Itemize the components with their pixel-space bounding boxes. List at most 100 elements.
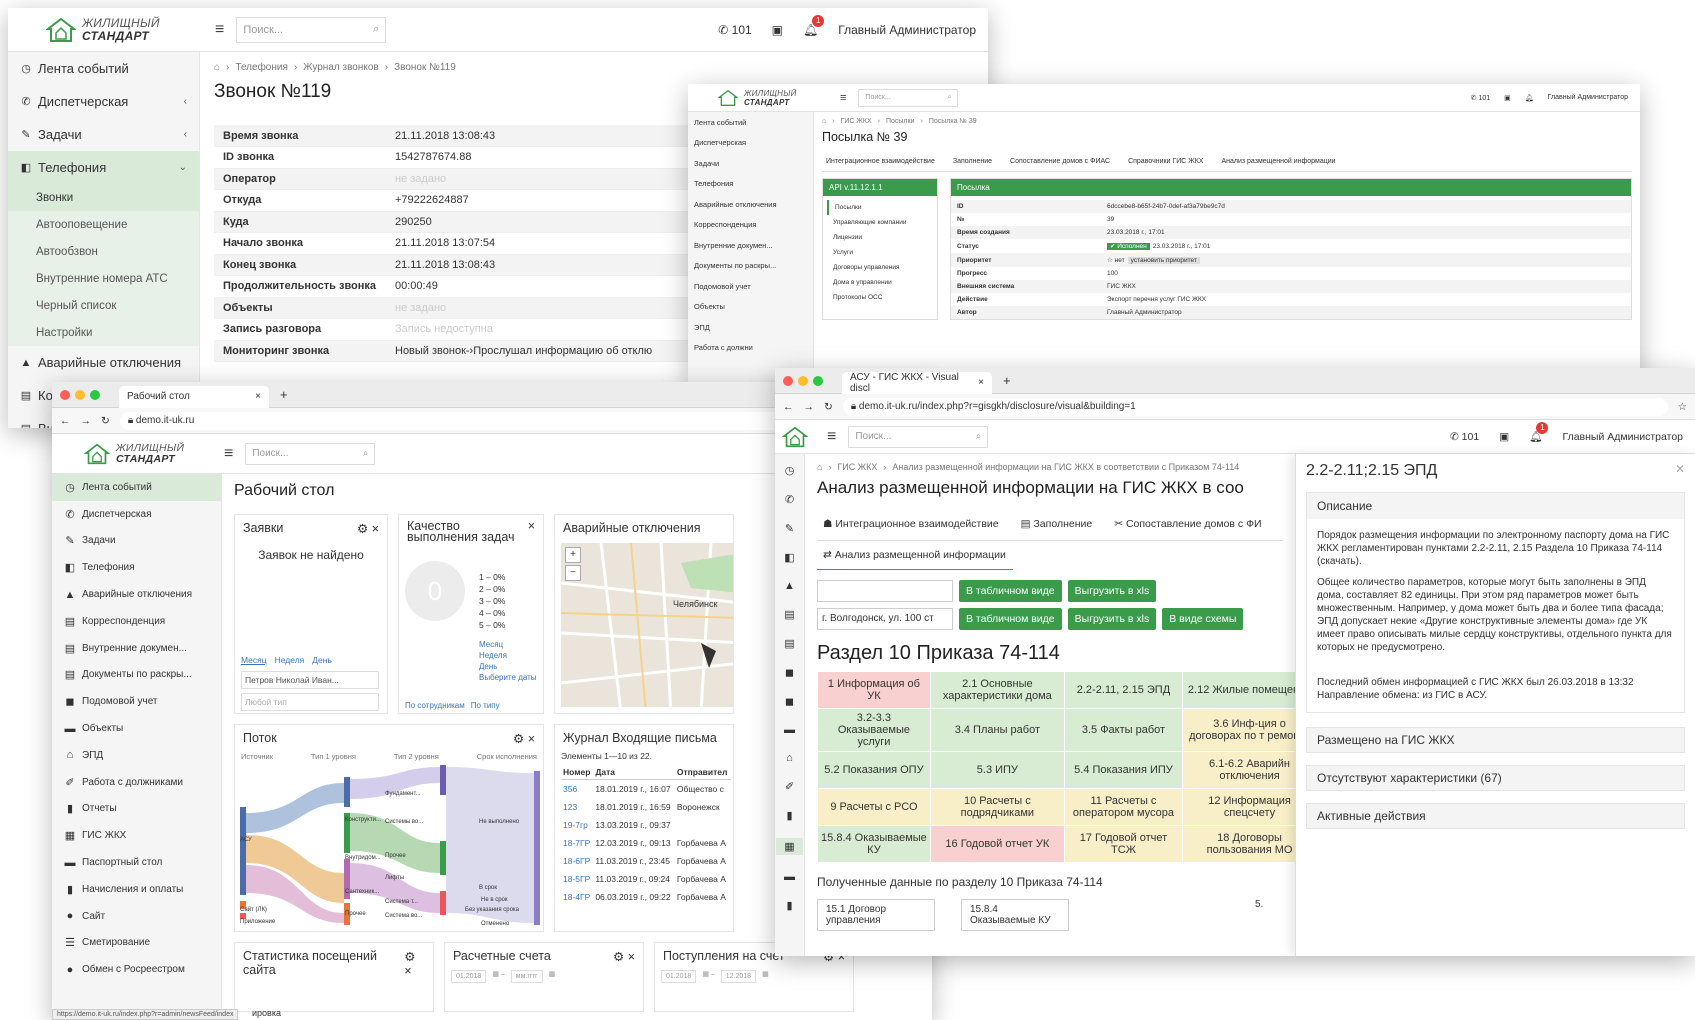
- breadcrumb-item[interactable]: ГИС ЖКХ: [837, 462, 877, 472]
- search-icon[interactable]: ⌕: [363, 448, 369, 459]
- section-cell[interactable]: 5.2 Показания ОПУ: [817, 751, 931, 789]
- clock-icon[interactable]: ◷: [785, 464, 795, 477]
- breadcrumb-item[interactable]: Журнал звонков: [303, 62, 379, 73]
- grid-icon[interactable]: ▦: [776, 838, 803, 855]
- search-icon[interactable]: ⌕: [948, 94, 952, 102]
- outages-map[interactable]: Челябинск + −: [561, 543, 733, 707]
- section-cell[interactable]: 9 Расчеты с РСО: [817, 788, 931, 826]
- section-cell[interactable]: 1 Информация об УК: [817, 671, 931, 709]
- sidebar-item[interactable]: Объекты: [688, 297, 813, 318]
- table-view-button[interactable]: В табличном виде: [959, 608, 1062, 630]
- submenu-item[interactable]: Настройки: [8, 319, 199, 346]
- letter-number-link[interactable]: 18-5ГР: [561, 870, 593, 888]
- api-item[interactable]: Лицензии: [827, 230, 933, 245]
- browser-tab[interactable]: АСУ - ГИС ЖКХ - Visual discl ×: [842, 371, 992, 394]
- logo[interactable]: [775, 426, 815, 448]
- bell-icon[interactable]: 🔔︎ 1: [1529, 422, 1549, 443]
- table-row[interactable]: 18-5ГР 11.03.2019 г., 09:24 Горбачева А: [561, 870, 731, 888]
- sidebar-item[interactable]: ▦ ГИС ЖКХ: [52, 822, 221, 849]
- book-icon[interactable]: ▬: [784, 871, 795, 883]
- section-cell[interactable]: 12 Информация спецсчету: [1182, 788, 1295, 826]
- minimize-window-button[interactable]: [75, 389, 85, 400]
- table-row[interactable]: 18-7ГР 12.03.2019 г., 09:13 Горбачева А: [561, 834, 731, 852]
- calendar-icon[interactable]: ▣: [1504, 94, 1511, 102]
- close-tab-icon[interactable]: ×: [978, 377, 984, 388]
- tab[interactable]: Анализ размещенной информации: [1221, 158, 1335, 165]
- sidebar-item[interactable]: ▬ Объекты: [52, 715, 221, 742]
- sidebar-item[interactable]: ▤ Внутренние докумен...: [52, 635, 221, 662]
- tab-by-employee[interactable]: По сотрудникам: [405, 701, 465, 710]
- quality-period-link[interactable]: Неделя: [479, 650, 537, 661]
- tab[interactable]: Сопоставление домов с ФИАС: [1010, 158, 1110, 165]
- sidebar-item[interactable]: ▲ Аварийные отключения: [8, 346, 199, 379]
- calendar-icon[interactable]: ▣: [1499, 431, 1509, 443]
- search-input[interactable]: Поиск... ⌕: [245, 442, 376, 465]
- section-cell[interactable]: 5.3 ИПУ: [929, 751, 1065, 789]
- section-cell[interactable]: 15.8.4 Оказываемые КУ: [817, 825, 931, 863]
- quality-period-link[interactable]: День: [479, 661, 537, 672]
- home-icon[interactable]: ⌂: [817, 462, 822, 472]
- submenu-item[interactable]: Звонки: [8, 184, 199, 211]
- sidebar-item[interactable]: Внутренние докумен...: [688, 235, 813, 256]
- menu-icon[interactable]: ≡: [224, 445, 233, 463]
- sidebar-item[interactable]: ▬ Паспортный стол: [52, 849, 221, 876]
- period-day[interactable]: День: [312, 655, 332, 665]
- sidebar-item[interactable]: ✆ Диспетчерская: [52, 501, 221, 528]
- sidebar-item[interactable]: Корреспонденция: [688, 215, 813, 236]
- letter-number-link[interactable]: 18-4ГР: [561, 888, 593, 906]
- tab-analysis[interactable]: ⇄ Анализ размещенной информации: [817, 541, 1013, 570]
- sidebar-item[interactable]: ◧ Телефония ⌄: [8, 151, 199, 184]
- back-icon[interactable]: ←: [783, 401, 794, 413]
- section-cell[interactable]: 17 Годовой отчет ТСЖ: [1063, 825, 1184, 863]
- flow-box[interactable]: 15.8.4 Оказываемые КУ: [961, 899, 1069, 931]
- tab-filling[interactable]: ▤ Заполнение: [1021, 518, 1093, 530]
- description-title[interactable]: Описание: [1307, 493, 1684, 519]
- search-icon[interactable]: ⌕: [976, 431, 982, 442]
- table-row[interactable]: 18-6ГР 11.03.2019 г., 23:45 Горбачева А: [561, 852, 731, 870]
- letter-number-link[interactable]: 123: [561, 798, 593, 816]
- period-month[interactable]: Месяц: [241, 655, 267, 665]
- close-icon[interactable]: ✕: [1675, 462, 1685, 480]
- menu-icon[interactable]: ≡: [215, 21, 224, 39]
- letter-number-link[interactable]: 356: [561, 780, 593, 799]
- quality-period-link[interactable]: Выберите даты: [479, 672, 537, 683]
- edit-icon[interactable]: ✎: [785, 522, 794, 535]
- sidebar-item[interactable]: ✎ Задачи: [52, 528, 221, 555]
- search-icon[interactable]: ⌕: [373, 23, 379, 36]
- submenu-item[interactable]: Черный список: [8, 292, 199, 319]
- search-input[interactable]: Поиск... ⌕: [848, 425, 989, 448]
- accordion-missing[interactable]: Отсутствуют характеристики (67): [1306, 765, 1685, 791]
- export-xls-button[interactable]: Выгрузить в xls: [1067, 608, 1157, 630]
- section-cell[interactable]: 10 Расчеты с подрядчиками: [929, 788, 1065, 826]
- user-name[interactable]: Главный Администратор: [838, 23, 976, 37]
- search-input[interactable]: Поиск... ⌕: [236, 16, 387, 43]
- sidebar-item[interactable]: Аварийные отключения: [688, 194, 813, 215]
- doc2-icon[interactable]: ▤: [784, 637, 794, 650]
- section-cell[interactable]: 6.1-6.2 Аварийн отключения: [1182, 751, 1295, 789]
- tab-matching[interactable]: ✂ Сопоставление домов с ФИ: [1114, 518, 1261, 530]
- calendar-icon[interactable]: ▣: [772, 23, 783, 37]
- submenu-item[interactable]: Внутренние номера АТС: [8, 265, 199, 292]
- flow-box[interactable]: 15.1 Договор управления: [817, 899, 935, 931]
- search-input[interactable]: Поиск... ⌕: [858, 88, 959, 107]
- widget-settings-icon[interactable]: ⚙ ×: [404, 949, 425, 978]
- hammer-icon[interactable]: ✐: [785, 780, 794, 793]
- section-cell[interactable]: 5.4 Показания ИПУ: [1063, 751, 1184, 789]
- sidebar-item[interactable]: Телефония: [688, 174, 813, 195]
- sidebar-item[interactable]: ▮ Начисления и оплаты: [52, 876, 221, 903]
- forward-icon[interactable]: →: [81, 415, 92, 427]
- sidebar-item[interactable]: ☰ Сметирование: [52, 930, 221, 957]
- sidebar-item[interactable]: ▤ Корреспонденция: [52, 608, 221, 635]
- address-select[interactable]: г. Волгодонск, ул. 100 ст: [817, 608, 953, 630]
- sidebar-item[interactable]: ◧ Телефония: [52, 554, 221, 581]
- sidebar-item[interactable]: ◷ Лента событий: [8, 52, 199, 85]
- tab[interactable]: Заполнение: [953, 158, 992, 165]
- period-week[interactable]: Неделя: [275, 655, 305, 665]
- flow-box[interactable]: 5.: [1255, 899, 1263, 931]
- table-row[interactable]: 18-4ГР 06.03.2019 г., 09:22 Горбачева А: [561, 888, 731, 906]
- table-row[interactable]: 19-7гр 13.03.2019 г., 09:37: [561, 816, 731, 834]
- tab-by-type[interactable]: По типу: [471, 701, 500, 710]
- sidebar-item[interactable]: Задачи: [688, 153, 813, 174]
- tab[interactable]: Интеграционное взаимодействие: [826, 158, 935, 165]
- sidebar-item[interactable]: Подомовой учет: [688, 276, 813, 297]
